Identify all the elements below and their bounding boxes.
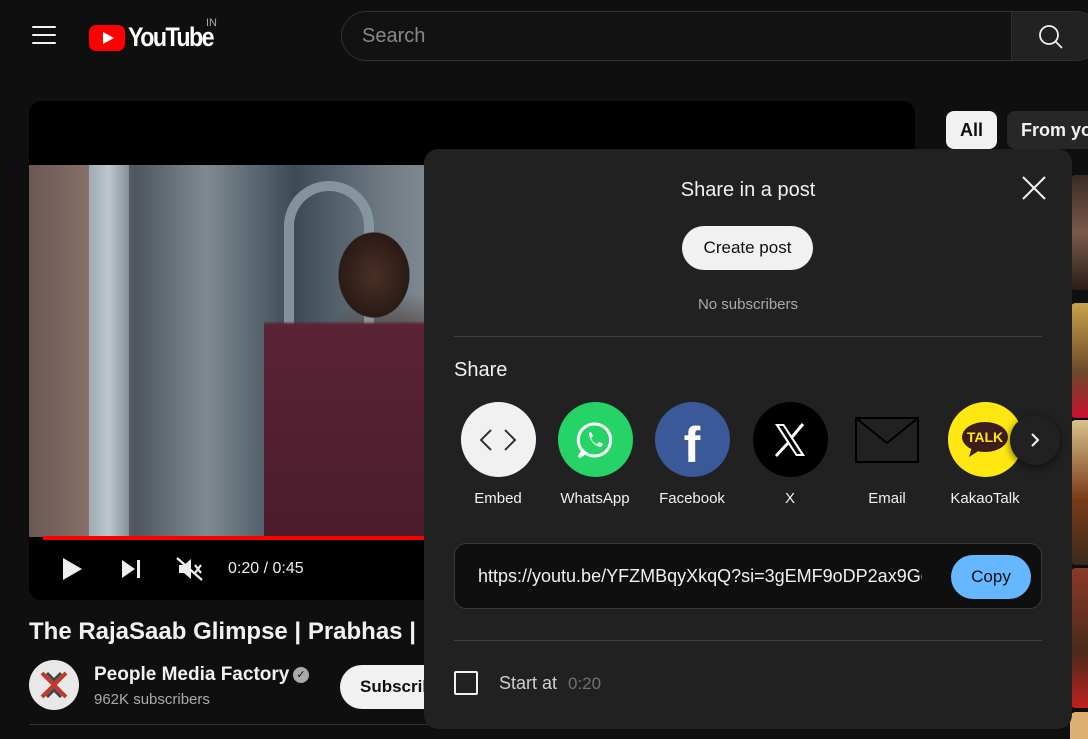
next-icon[interactable]	[118, 556, 144, 582]
divider	[454, 640, 1042, 641]
share-target-whatsapp[interactable]: WhatsApp	[551, 402, 639, 507]
divider	[454, 336, 1042, 337]
country-code: IN	[206, 17, 217, 29]
chevron-right-icon	[1031, 433, 1040, 447]
whatsapp-icon	[557, 402, 633, 477]
progress-bar[interactable]	[43, 536, 443, 540]
share-target-facebook[interactable]: f Facebook	[648, 402, 736, 507]
search-button[interactable]	[1011, 11, 1088, 61]
search-box	[341, 11, 1012, 61]
time-display: 0:20 / 0:45	[228, 560, 304, 577]
share-url-box: https://youtu.be/YFZMBqyXkqQ?si=3gEMF9oD…	[454, 543, 1042, 609]
chip-all[interactable]: All	[946, 111, 997, 149]
share-target-label: Embed	[474, 490, 522, 507]
share-target-embed[interactable]: Embed	[454, 402, 542, 507]
recommended-thumbnail[interactable]	[1070, 175, 1088, 290]
youtube-play-icon	[89, 24, 125, 51]
share-heading: Share	[454, 359, 508, 381]
menu-icon[interactable]	[32, 26, 56, 44]
next-targets-button[interactable]	[1010, 415, 1060, 465]
share-target-email[interactable]: Email	[843, 402, 931, 507]
share-target-label: KakaoTalk	[950, 490, 1020, 507]
channel-avatar[interactable]	[29, 660, 79, 710]
search-input[interactable]	[342, 12, 1012, 60]
recommended-thumbnail[interactable]	[1070, 420, 1088, 565]
share-target-label: Email	[868, 490, 906, 507]
start-at-checkbox[interactable]	[454, 671, 478, 695]
share-url[interactable]: https://youtu.be/YFZMBqyXkqQ?si=3gEMF9oD…	[478, 566, 922, 587]
logo-text: YouTube	[128, 22, 215, 52]
start-at-label: Start at	[499, 673, 558, 693]
share-target-label: Facebook	[659, 490, 725, 507]
close-icon[interactable]	[1020, 174, 1048, 202]
copy-button[interactable]: Copy	[951, 555, 1031, 599]
start-at-time[interactable]: 0:20	[568, 674, 601, 694]
recommended-thumbnail[interactable]	[1070, 303, 1088, 418]
facebook-icon: f	[654, 402, 730, 477]
svg-text:TALK: TALK	[967, 429, 1003, 445]
channel-subscribers: 962K subscribers	[94, 691, 210, 708]
create-post-button[interactable]: Create post	[682, 226, 813, 270]
x-icon	[752, 402, 828, 477]
share-dialog: Share in a post Create post No subscribe…	[424, 149, 1072, 729]
channel-logo-icon	[40, 671, 68, 699]
email-icon	[849, 402, 925, 477]
recommended-thumbnail[interactable]	[1070, 568, 1088, 708]
recommended-thumbnail[interactable]	[1070, 712, 1088, 739]
share-target-label: X	[784, 490, 795, 507]
share-target-label: WhatsApp	[560, 490, 630, 507]
dialog-title: Share in a post	[680, 179, 816, 201]
channel-name[interactable]: People Media Factory	[94, 664, 289, 686]
divider	[29, 724, 429, 725]
play-icon[interactable]	[60, 556, 84, 582]
mute-icon[interactable]	[176, 556, 204, 582]
share-target-x[interactable]: X	[746, 402, 834, 507]
chip-from-you[interactable]: From you	[1007, 111, 1088, 149]
no-subscribers-text: No subscribers	[697, 296, 799, 313]
search-icon	[1039, 25, 1063, 49]
verified-icon: ✓	[293, 667, 309, 683]
video-title: The RajaSaab Glimpse | Prabhas | M	[29, 618, 429, 645]
embed-icon	[460, 402, 536, 477]
